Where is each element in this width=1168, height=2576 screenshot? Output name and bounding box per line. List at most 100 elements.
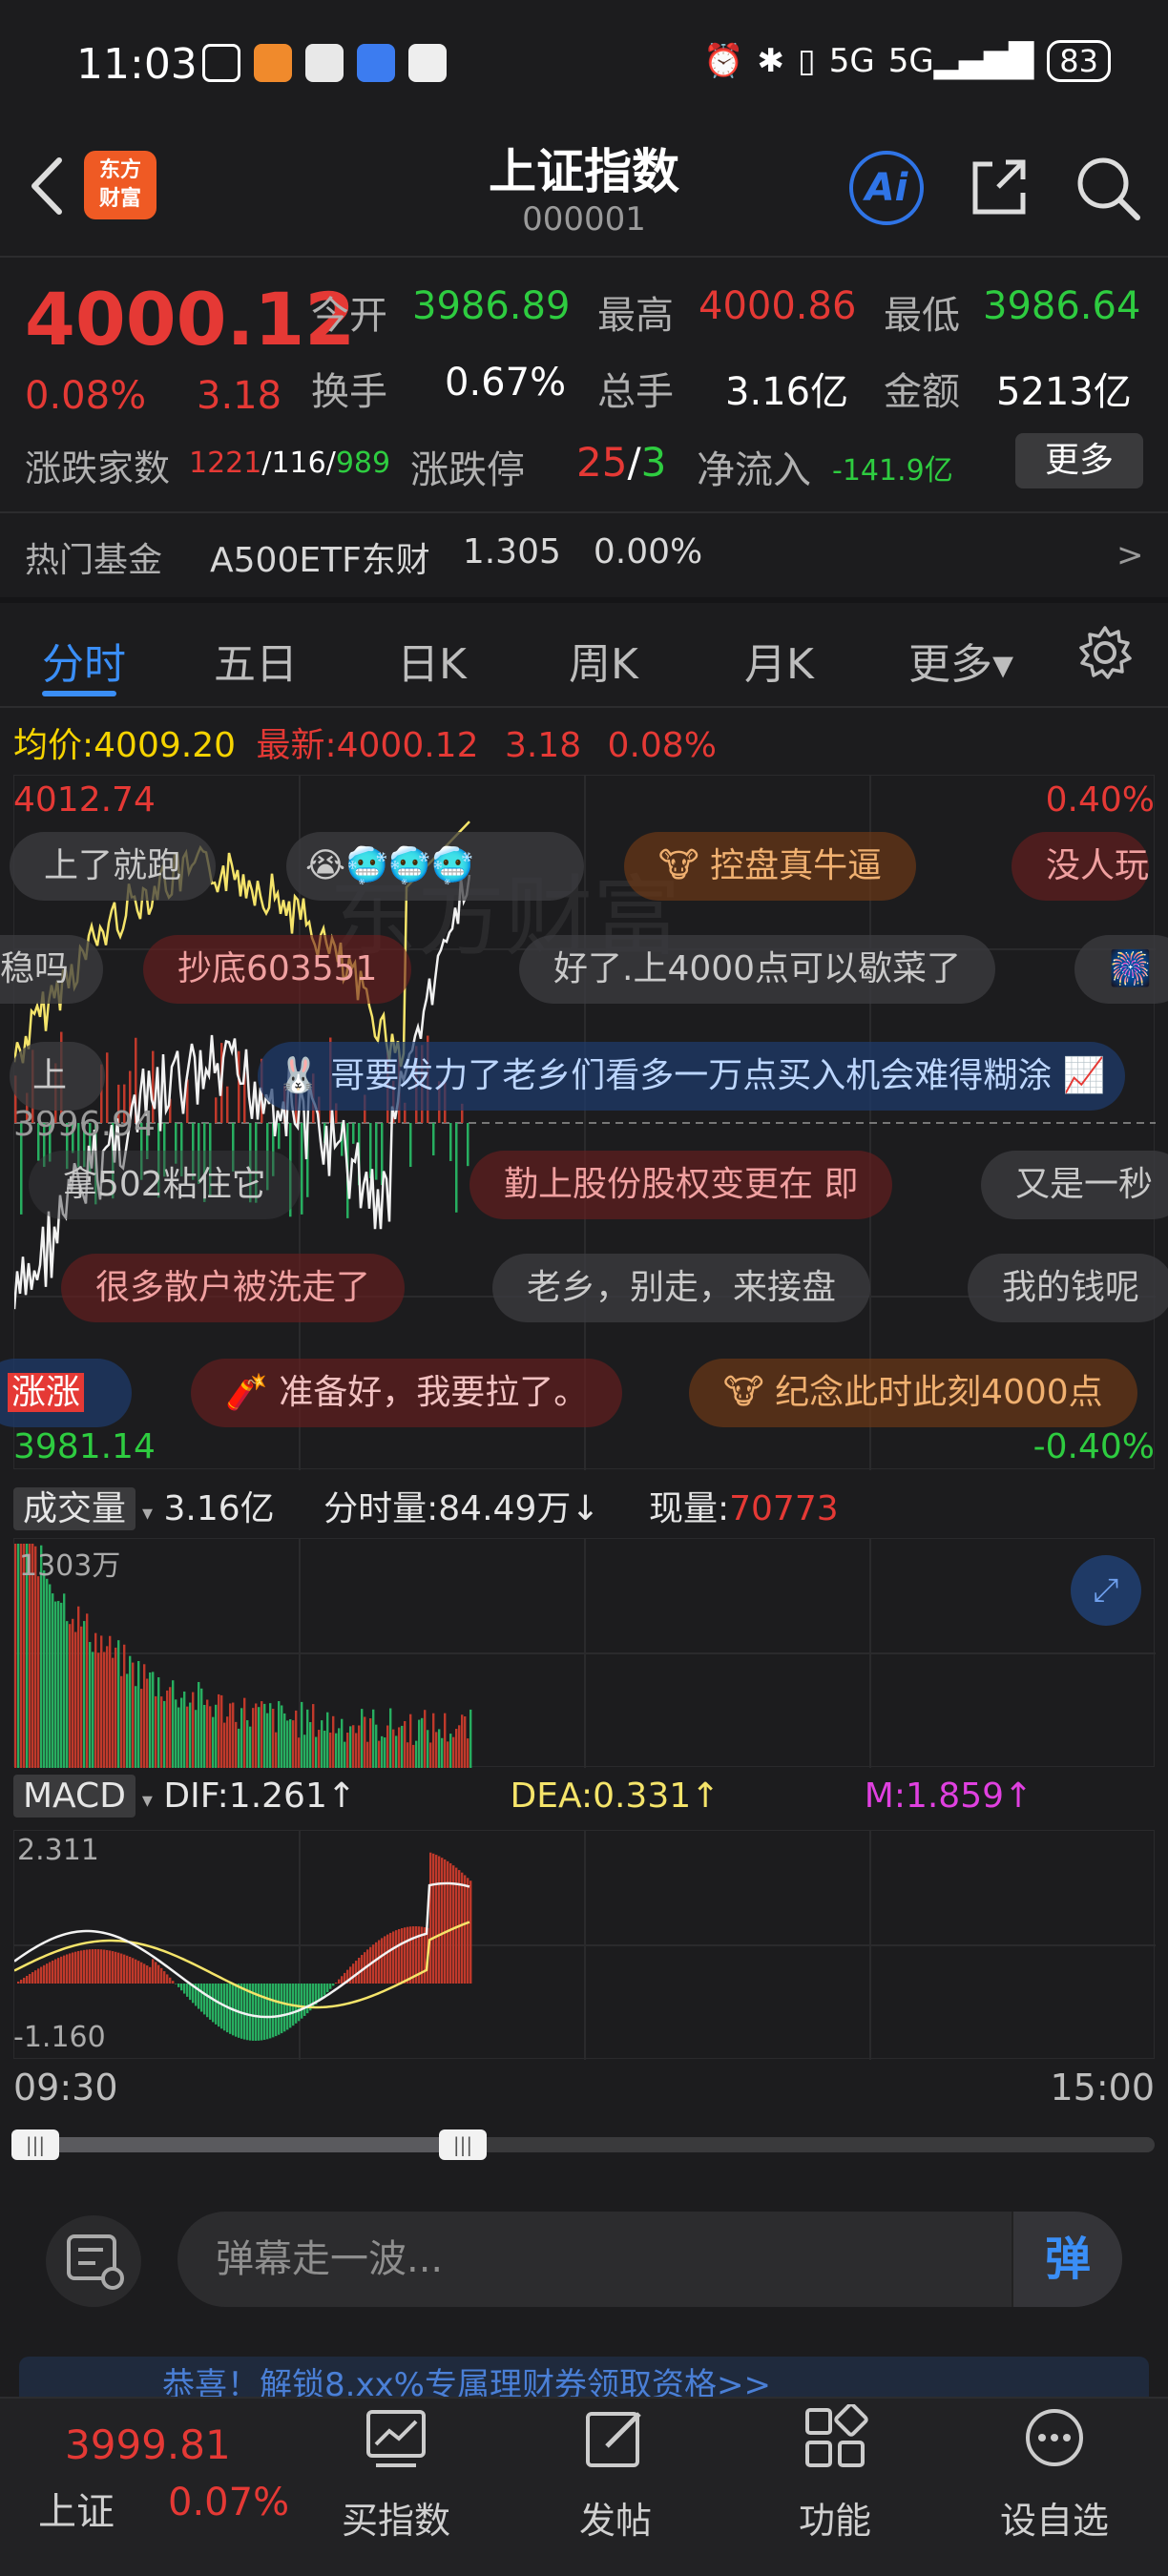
volume-bar [189, 1702, 192, 1768]
tabbar-add-favorite[interactable]: 设自选 [983, 2404, 1126, 2544]
volume-chart[interactable] [13, 1538, 1156, 1768]
volume-bar [341, 1718, 344, 1768]
macd-bar [31, 1972, 34, 1984]
tab-five-day[interactable]: 五日 [214, 630, 298, 691]
share-icon[interactable] [964, 153, 1032, 221]
volume-bar [315, 1736, 318, 1768]
settings-gear-icon[interactable] [1074, 622, 1136, 683]
volume-bar [364, 1716, 366, 1768]
danmu-bubble[interactable]: 很多散户被洗走了 [61, 1254, 406, 1322]
volume-bar [258, 1707, 261, 1768]
macd-bar [157, 1964, 160, 1984]
macd-bar [255, 1984, 258, 2041]
more-button[interactable]: 更多 [1015, 433, 1143, 488]
macd-bar [20, 1979, 23, 1984]
danmu-bubble[interactable]: 上了就跑 [10, 832, 217, 901]
danmu-bubble[interactable]: 没人玩 [1012, 832, 1150, 901]
danmu-bubble[interactable]: 又是一秒 [981, 1151, 1168, 1219]
volume-bar [203, 1704, 206, 1768]
volume-bar [275, 1732, 278, 1768]
volume-bar [86, 1613, 89, 1768]
danmu-bubble[interactable]: 老乡，别走，来接盘 [492, 1254, 871, 1322]
danmu-bubble[interactable]: 上 [10, 1042, 105, 1111]
grid-icon [805, 2402, 868, 2467]
macd-bar [432, 1853, 435, 1984]
volume-bar [140, 1689, 143, 1768]
macd-bar [412, 1926, 415, 1984]
volume-bar [195, 1710, 198, 1768]
volume-bar [283, 1713, 286, 1768]
danmu-bubble[interactable]: 勤上股份股权变更在 即 [469, 1151, 893, 1219]
danmu-bubble[interactable]: 拿502粘住它 [29, 1151, 301, 1219]
danmu-bubble[interactable]: 🐰 哥要发力了老乡们看多一万点买入机会难得糊涂 📈 [258, 1042, 1125, 1111]
macd-chart[interactable] [13, 1830, 1156, 2060]
danmu-bubble[interactable]: 涨涨 [0, 1359, 133, 1427]
app-icon-rings [408, 44, 447, 82]
tabbar-functions[interactable]: 功能 [763, 2402, 907, 2544]
macd-bar [281, 1984, 283, 2034]
volume-bar [160, 1696, 163, 1768]
volume-bar [120, 1675, 123, 1768]
macd-bar [74, 1951, 77, 1984]
avatar: 🐮 [658, 846, 711, 885]
danmu-bubble[interactable]: 好了.上4000点可以歇菜了 [519, 935, 996, 1004]
tabbar-post[interactable]: 发帖 [544, 2404, 687, 2544]
volume-bar [444, 1713, 447, 1768]
danmu-settings-icon[interactable] [46, 2215, 141, 2307]
macd-bar [401, 1928, 404, 1984]
signal-icon: 5G [828, 42, 875, 80]
tabbar-buy-index[interactable]: 买指数 [324, 2404, 468, 2544]
search-icon[interactable] [1071, 151, 1143, 223]
signal-icon-2: 5G▂▄▆█ [887, 42, 1034, 80]
volume-bar [369, 1718, 372, 1768]
range-slider-handle-right[interactable]: ||| [439, 2129, 487, 2160]
tab-weekly-k[interactable]: 周K [569, 630, 638, 691]
volume-bar [106, 1646, 109, 1768]
danmu-emoji-bubble[interactable]: 😭🥶🥶🥶 [286, 832, 584, 901]
volume-bar [278, 1701, 281, 1768]
danmu-bubble[interactable]: 🐮 纪念此时此刻4000点 [689, 1359, 1137, 1427]
tab-daily-k[interactable]: 日K [397, 630, 467, 691]
tabbar-index-price[interactable]: 3999.81 [65, 2421, 231, 2468]
hot-fund-row[interactable]: 热门基金 A500ETF东财 1.305 0.00% [25, 532, 702, 582]
macd-bar [469, 1880, 472, 1984]
danmu-bubble[interactable]: 🐮 控盘真牛逼 [624, 832, 917, 901]
macd-bar [120, 1953, 123, 1984]
volume-bar [149, 1672, 152, 1768]
tab-more[interactable]: 更多▾ [908, 630, 1013, 691]
price-bar [352, 1123, 355, 1144]
macd-indicator-select[interactable]: MACD [13, 1775, 136, 1818]
tab-monthly-k[interactable]: 月K [744, 630, 814, 691]
tabbar-index-name[interactable]: 上证 [38, 2481, 115, 2536]
macd-bar [129, 1956, 132, 1984]
volume-bar [192, 1692, 195, 1768]
danmu-firework[interactable]: 🎆 [1074, 935, 1168, 1004]
volume-bar [326, 1712, 329, 1768]
volume-bar [89, 1642, 92, 1768]
macd-bar [34, 1970, 37, 1984]
volume-bar [152, 1672, 155, 1768]
chevron-right-icon[interactable]: > [1116, 536, 1144, 574]
expand-icon[interactable]: ⤢ [1071, 1555, 1141, 1626]
macd-bar [89, 1949, 92, 1984]
range-slider-handle-left[interactable]: ||| [11, 2129, 59, 2160]
ai-button[interactable]: Ai [849, 151, 924, 225]
volume-indicator-select[interactable]: 成交量 [13, 1487, 136, 1530]
danmu-bubble[interactable]: 🧨 准备好，我要拉了。 [191, 1359, 623, 1427]
macd-bar [200, 1984, 203, 2012]
tab-intraday[interactable]: 分时 [42, 630, 126, 691]
danmu-send-button[interactable]: 弹 [1012, 2212, 1122, 2307]
volume-bar [329, 1732, 332, 1768]
tabbar-index-pct[interactable]: 0.07% [168, 2481, 289, 2524]
macd-bar [220, 1984, 223, 2029]
danmu-bubble[interactable]: 抄底603551 [143, 935, 412, 1004]
macd-bar [46, 1963, 49, 1984]
danmu-bubble[interactable]: 稳吗 [0, 935, 104, 1004]
volume-bar [157, 1677, 160, 1768]
danmu-input[interactable]: 弹幕走一波... [177, 2212, 1122, 2307]
volume-bar [427, 1730, 429, 1768]
volume-bar [83, 1621, 86, 1768]
macd-bar [441, 1858, 444, 1984]
danmu-bubble[interactable]: 我的钱呢 [968, 1254, 1168, 1322]
volume-bar [117, 1640, 120, 1768]
